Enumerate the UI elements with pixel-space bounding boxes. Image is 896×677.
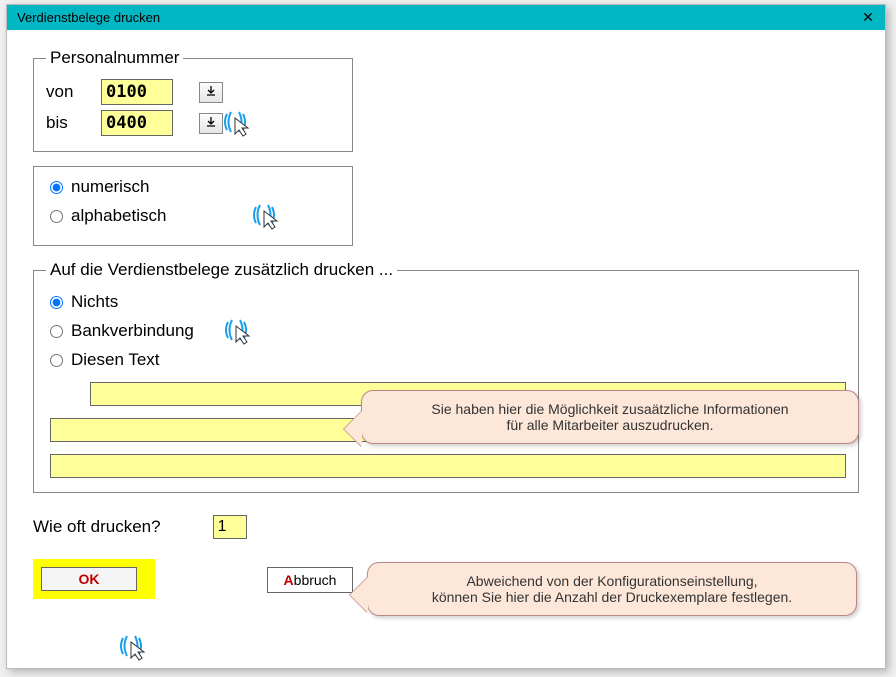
cursor-hint-icon: [252, 201, 288, 231]
cursor-hint-icon: [119, 632, 155, 662]
radio-numerisch[interactable]: [50, 181, 63, 194]
copies-input[interactable]: [213, 515, 247, 539]
how-often-label: Wie oft drucken?: [33, 517, 161, 537]
ok-highlight: OK: [33, 559, 155, 599]
additional-legend: Auf die Verdienstbelege zusätzlich druck…: [46, 260, 397, 280]
radio-bankverbindung[interactable]: [50, 325, 63, 338]
bis-label: bis: [46, 113, 101, 133]
personalnummer-legend: Personalnummer: [46, 48, 183, 68]
text-line-3[interactable]: [50, 454, 846, 478]
von-input[interactable]: [101, 79, 173, 105]
sort-group: numerisch alphabetisch: [33, 166, 353, 246]
bankverbindung-label: Bankverbindung: [71, 321, 194, 341]
radio-alphabetisch[interactable]: [50, 210, 63, 223]
radio-nichts[interactable]: [50, 296, 63, 309]
callout-additional-info: Sie haben hier die Möglichkeit zusaätzli…: [361, 390, 859, 444]
ok-button[interactable]: OK: [41, 567, 137, 591]
alphabetisch-label: alphabetisch: [71, 206, 166, 226]
nichts-label: Nichts: [71, 292, 118, 312]
callout-copies: Abweichend von der Konfigurationseinstel…: [367, 562, 857, 616]
diesen-text-label: Diesen Text: [71, 350, 160, 370]
abbruch-rest: bbruch: [294, 572, 337, 588]
numerisch-label: numerisch: [71, 177, 149, 197]
additional-print-group: Auf die Verdienstbelege zusätzlich druck…: [33, 260, 859, 493]
bottom-row: Wie oft drucken?: [33, 515, 863, 539]
close-icon[interactable]: ✕: [859, 9, 877, 27]
dialog-content: Personalnummer von bis: [7, 30, 885, 668]
von-picker-button[interactable]: [199, 82, 223, 103]
window-title: Verdienstbelege drucken: [17, 10, 160, 25]
personalnummer-group: Personalnummer von bis: [33, 48, 353, 152]
bis-input[interactable]: [101, 110, 173, 136]
cursor-hint-icon: [223, 108, 259, 138]
cursor-hint-icon: [224, 316, 260, 346]
titlebar: Verdienstbelege drucken ✕: [7, 5, 885, 30]
bis-picker-button[interactable]: [199, 113, 223, 134]
von-label: von: [46, 82, 101, 102]
dialog-window: Verdienstbelege drucken ✕ Personalnummer…: [6, 4, 886, 669]
radio-diesen-text[interactable]: [50, 354, 63, 367]
